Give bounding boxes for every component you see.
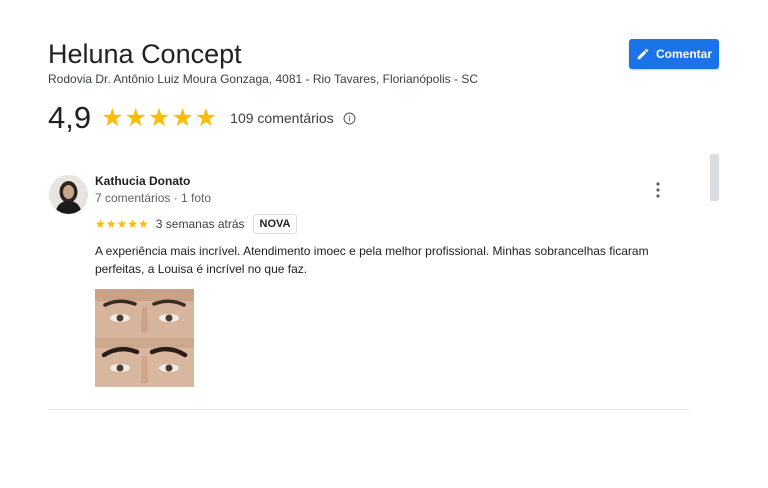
review-time: 3 semanas atrás (155, 217, 245, 231)
review-stars: ★★★★★ (95, 217, 149, 231)
summary-stars: ★★★★★ (101, 104, 219, 132)
average-rating: 4,9 (48, 100, 92, 135)
avatar[interactable] (49, 175, 88, 214)
write-review-label: Comentar (655, 47, 712, 61)
review-divider (48, 409, 690, 410)
review-count[interactable]: 109 comentários (230, 101, 334, 135)
reviewer-meta: 7 comentários · 1 foto (95, 191, 212, 205)
place-title: Heluna Concept (48, 39, 242, 69)
place-address: Rodovia Dr. Antônio Luiz Moura Gonzaga, … (48, 72, 479, 86)
more-vert-icon[interactable] (650, 180, 666, 200)
info-icon[interactable] (343, 112, 356, 125)
review-text: A experiência mais incrível. Atendimento… (95, 244, 649, 276)
pencil-icon (637, 48, 649, 60)
review-photo-2[interactable] (95, 338, 194, 387)
review-rating-row: ★★★★★ 3 semanas atrás NOVA (95, 213, 298, 235)
rating-summary: 4,9 ★★★★★ 109 comentários (48, 101, 356, 135)
review-photo-1[interactable] (95, 289, 194, 338)
scrollbar-thumb[interactable] (710, 154, 719, 201)
reviewer-name[interactable]: Kathucia Donato (95, 174, 190, 188)
write-review-button[interactable]: Comentar (629, 39, 719, 69)
new-badge: NOVA (252, 214, 298, 234)
